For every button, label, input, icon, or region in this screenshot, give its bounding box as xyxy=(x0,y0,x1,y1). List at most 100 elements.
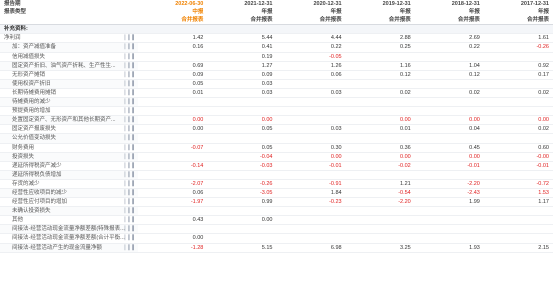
period-col-0[interactable]: 2022-06-30 xyxy=(138,0,207,8)
bar-chart-icon[interactable]: ▏▎▍ xyxy=(125,171,137,179)
bar-chart-icon[interactable]: ▏▎▍ xyxy=(125,34,137,42)
bar-chart-icon[interactable]: ▏▎▍ xyxy=(125,107,137,115)
bar-chart-icon[interactable]: ▏▎▍ xyxy=(125,225,137,233)
cell-value: 0.92 xyxy=(483,61,553,71)
bar-chart-icon[interactable]: ▏▎▍ xyxy=(125,116,137,124)
cell-value xyxy=(414,52,484,62)
cell-value: -0.04 xyxy=(207,152,277,162)
cell-value: -0.72 xyxy=(483,179,553,189)
bar-chart-icon[interactable]: ▏▎▍ xyxy=(125,134,137,142)
cell-value: 0.00 xyxy=(345,115,415,126)
financial-table: 报告期 2022-06-30 2021-12-31 2020-12-31 201… xyxy=(0,0,553,253)
cell-value xyxy=(414,206,484,217)
cell-value: 0.00 xyxy=(483,115,553,126)
cell-value: -0.01 xyxy=(414,161,484,171)
cell-value: -2.07 xyxy=(138,179,208,189)
cell-value: 0.00 xyxy=(276,152,346,162)
bar-chart-icon[interactable]: ▏▎▍ xyxy=(125,43,137,51)
cell-value: 0.03 xyxy=(276,124,346,135)
cell-value xyxy=(138,133,208,144)
row-label: 使用权资产折旧 ▏▎▍ xyxy=(0,79,139,89)
row-label: 固定资产报废损失 ▏▎▍ xyxy=(0,124,139,135)
period-col-1[interactable]: 2021-12-31 xyxy=(207,0,276,8)
bar-chart-icon[interactable]: ▏▎▍ xyxy=(125,53,137,61)
cell-value xyxy=(345,52,415,62)
bar-chart-icon[interactable]: ▏▎▍ xyxy=(125,234,137,242)
scope-col-0: 合并报表 xyxy=(138,16,208,26)
cell-value: 0.00 xyxy=(414,152,484,162)
row-label-text: 间接法-经营活动现金流量净额差额(合计平衡... xyxy=(12,235,125,242)
cell-value xyxy=(345,133,415,144)
table-row: 无形资产摊销 ▏▎▍ 0.09 0.09 0.06 0.12 0.12 0.17 xyxy=(0,70,553,80)
cell-value: -0.91 xyxy=(276,179,346,189)
cell-value: -0.23 xyxy=(276,197,346,208)
bar-chart-icon[interactable]: ▏▎▍ xyxy=(125,189,137,197)
cell-value: 2.69 xyxy=(414,33,484,44)
period-col-3[interactable]: 2019-12-31 xyxy=(346,0,415,8)
cell-value xyxy=(276,215,346,226)
bar-chart-icon[interactable]: ▏▎▍ xyxy=(125,162,137,170)
cell-value xyxy=(276,106,346,117)
cell-value: -0.00 xyxy=(483,152,553,162)
cell-value xyxy=(483,52,553,62)
row-label: 公允价值变动损失 ▏▎▍ xyxy=(0,133,139,144)
bar-chart-icon[interactable]: ▏▎▍ xyxy=(125,80,137,88)
cell-value: 0.05 xyxy=(207,124,277,135)
row-label-text: 未确认投资损失 xyxy=(12,208,51,215)
period-col-2[interactable]: 2020-12-31 xyxy=(277,0,346,8)
period-col-5[interactable]: 2017-12-31 xyxy=(484,0,553,8)
bar-chart-icon[interactable]: ▏▎▍ xyxy=(125,144,137,152)
bar-chart-icon[interactable]: ▏▎▍ xyxy=(125,216,137,224)
table-row: 固定资产折旧、油气资产折耗、生产性生... ▏▎▍ 0.69 1.27 1.26 1.16… xyxy=(0,61,553,71)
bar-chart-icon[interactable]: ▏▎▍ xyxy=(125,125,137,133)
row-label-text: 递延所得税资产减少 xyxy=(12,162,62,169)
row-label-text: 处置固定资产、无形资产和其他长期资产... xyxy=(12,117,116,124)
cell-value: 0.03 xyxy=(207,88,277,99)
bar-chart-icon[interactable]: ▏▎▍ xyxy=(125,153,137,161)
cell-value: 2.88 xyxy=(345,33,415,44)
cell-value: 0.00 xyxy=(345,152,415,162)
cell-value xyxy=(138,224,208,235)
cell-value: 0.06 xyxy=(276,70,346,80)
bar-chart-icon[interactable]: ▏▎▍ xyxy=(125,98,137,106)
cell-value: -0.54 xyxy=(345,188,415,199)
cell-value xyxy=(276,233,346,244)
cell-value xyxy=(276,224,346,235)
bar-chart-icon[interactable]: ▏▎▍ xyxy=(125,180,137,188)
report-type-label: 报表类型 xyxy=(4,9,27,16)
row-label: 加：资产减值准备 ▏▎▍ xyxy=(0,42,139,53)
row-label: 间接法-经营活动现金流量净额差额(合计平衡... ▏▎▍ xyxy=(0,233,139,244)
cell-value xyxy=(276,133,346,144)
cell-value: 5.15 xyxy=(207,243,277,253)
table-row: 使用权资产折旧 ▏▎▍ 0.05 0.03 xyxy=(0,79,553,89)
row-label-text: 间接法-经营活动产生的现金流量净额 xyxy=(12,244,102,251)
bar-chart-icon[interactable]: ▏▎▍ xyxy=(125,198,137,206)
cell-value: 1.42 xyxy=(138,33,208,44)
bar-chart-icon[interactable]: ▏▎▍ xyxy=(125,244,137,252)
cell-value xyxy=(483,79,553,89)
cell-value xyxy=(414,133,484,144)
cell-value: 0.69 xyxy=(138,61,208,71)
cell-value: 0.00 xyxy=(138,115,208,126)
bar-chart-icon[interactable]: ▏▎▍ xyxy=(125,71,137,79)
row-label: 无形资产摊销 ▏▎▍ xyxy=(0,70,139,80)
cell-value: 0.12 xyxy=(345,70,415,80)
cell-value: -2.43 xyxy=(414,188,484,199)
cell-value xyxy=(207,133,277,144)
type-col-1: 年报 xyxy=(261,9,273,16)
scope-label-empty xyxy=(0,16,139,26)
period-col-4[interactable]: 2018-12-31 xyxy=(415,0,484,8)
cell-value: 6.98 xyxy=(276,243,346,253)
cell-value xyxy=(483,224,553,235)
type-col-4: 年报 xyxy=(468,9,480,16)
cell-value xyxy=(483,133,553,144)
cell-value xyxy=(414,79,484,89)
bar-chart-icon[interactable]: ▏▎▍ xyxy=(125,62,137,70)
row-label-text: 无形资产摊销 xyxy=(12,71,46,78)
bar-chart-icon[interactable]: ▏▎▍ xyxy=(125,89,137,97)
cell-value: 0.00 xyxy=(207,115,277,126)
cell-value: 1.27 xyxy=(207,61,277,71)
cell-value: -0.05 xyxy=(276,52,346,62)
cell-value: 0.16 xyxy=(138,42,208,53)
bar-chart-icon[interactable]: ▏▎▍ xyxy=(125,207,137,215)
